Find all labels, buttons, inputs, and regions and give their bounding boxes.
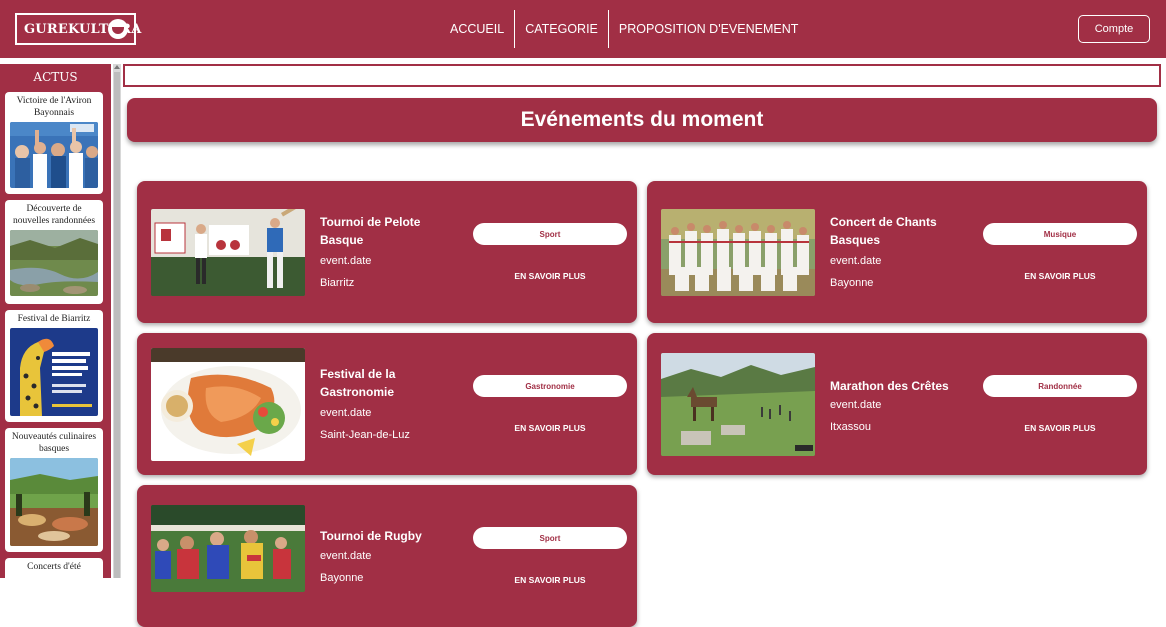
category-badge[interactable]: Sport <box>473 223 627 245</box>
event-card: Festival de la Gastronomie event.date Sa… <box>137 333 637 475</box>
nav-proposition-evenement[interactable]: PROPOSITION D'EVENEMENT <box>609 10 809 48</box>
event-date: event.date <box>320 255 372 267</box>
category-badge[interactable]: Gastronomie <box>473 375 627 397</box>
seafood-plate-photo <box>151 348 305 461</box>
category-badge[interactable]: Randonnée <box>983 375 1137 397</box>
category-badge[interactable]: Sport <box>473 527 627 549</box>
news-item-title: Victoire de l'Aviron Bayonnais <box>16 96 92 118</box>
event-title[interactable]: Festival de la Gastronomie <box>320 365 460 401</box>
news-item-title: Nouveautés culinaires basques <box>11 432 97 454</box>
news-item[interactable]: Festival de Biarritz <box>5 310 103 422</box>
rugby-scrum-photo <box>151 505 305 592</box>
event-card: Tournoi de Pelote Basque event.date Biar… <box>137 181 637 323</box>
basque-food-photo <box>10 458 98 546</box>
account-button[interactable]: Compte <box>1078 15 1150 43</box>
scroll-up-arrow-icon[interactable] <box>114 65 120 69</box>
learn-more-link[interactable]: EN SAVOIR PLUS <box>473 271 627 281</box>
choir-group-photo <box>661 209 815 296</box>
festival-poster <box>10 328 98 416</box>
river-valley-photo <box>10 230 98 296</box>
event-card: Marathon des Crêtes event.date Itxassou … <box>647 333 1147 475</box>
pelote-player-photo <box>151 209 305 296</box>
top-navbar: GUREKULTURA ACCUEIL CATEGORIE PROPOSITIO… <box>0 0 1166 58</box>
event-card: Concert de Chants Basques event.date Bay… <box>647 181 1147 323</box>
nav-accueil[interactable]: ACCUEIL <box>440 10 514 48</box>
event-location: Biarritz <box>320 277 355 289</box>
sidebar-title: ACTUS <box>33 70 78 84</box>
category-badge[interactable]: Musique <box>983 223 1137 245</box>
logo-face-icon <box>108 19 128 39</box>
event-location: Saint-Jean-de-Luz <box>320 429 410 441</box>
main-nav: ACCUEIL CATEGORIE PROPOSITION D'EVENEMEN… <box>440 10 808 48</box>
event-title[interactable]: Tournoi de Rugby <box>320 527 460 545</box>
event-title[interactable]: Concert de Chants Basques <box>830 213 970 249</box>
learn-more-link[interactable]: EN SAVOIR PLUS <box>473 423 627 433</box>
mountain-horses-photo <box>661 353 815 456</box>
event-location: Bayonne <box>830 277 874 289</box>
page-title: Evénements du moment <box>127 98 1157 142</box>
news-item-title: Découverte de nouvelles randonnées <box>12 204 96 226</box>
event-location: Itxassou <box>830 421 871 433</box>
news-item[interactable]: Nouveautés culinaires basques <box>5 428 103 552</box>
news-item[interactable]: Découverte de nouvelles randonnées <box>5 200 103 304</box>
event-location: Bayonne <box>320 572 364 584</box>
scroll-thumb[interactable] <box>114 72 120 578</box>
event-title[interactable]: Tournoi de Pelote Basque <box>320 213 460 249</box>
news-item-title: Concerts d'été <box>27 562 81 572</box>
event-title[interactable]: Marathon des Crêtes <box>830 377 970 395</box>
news-item[interactable]: Victoire de l'Aviron Bayonnais <box>5 92 103 194</box>
event-date: event.date <box>320 550 372 562</box>
rugby-fans-photo <box>10 122 98 188</box>
event-date: event.date <box>830 399 882 411</box>
sidebar-scrollbar[interactable] <box>113 64 121 578</box>
event-date: event.date <box>830 255 882 267</box>
news-item-title: Festival de Biarritz <box>17 314 91 324</box>
nav-categorie[interactable]: CATEGORIE <box>515 10 608 48</box>
learn-more-link[interactable]: EN SAVOIR PLUS <box>473 575 627 585</box>
event-date: event.date <box>320 407 372 419</box>
site-logo[interactable]: GUREKULTURA <box>15 13 141 45</box>
learn-more-link[interactable]: EN SAVOIR PLUS <box>983 423 1137 433</box>
learn-more-link[interactable]: EN SAVOIR PLUS <box>983 271 1137 281</box>
event-card: Tournoi de Rugby event.date Bayonne Spor… <box>137 485 637 627</box>
search-input[interactable] <box>123 64 1161 87</box>
news-sidebar: ACTUS Victoire de l'Aviron Bayonnais Déc… <box>0 64 111 578</box>
news-item[interactable]: Concerts d'été <box>5 558 103 578</box>
